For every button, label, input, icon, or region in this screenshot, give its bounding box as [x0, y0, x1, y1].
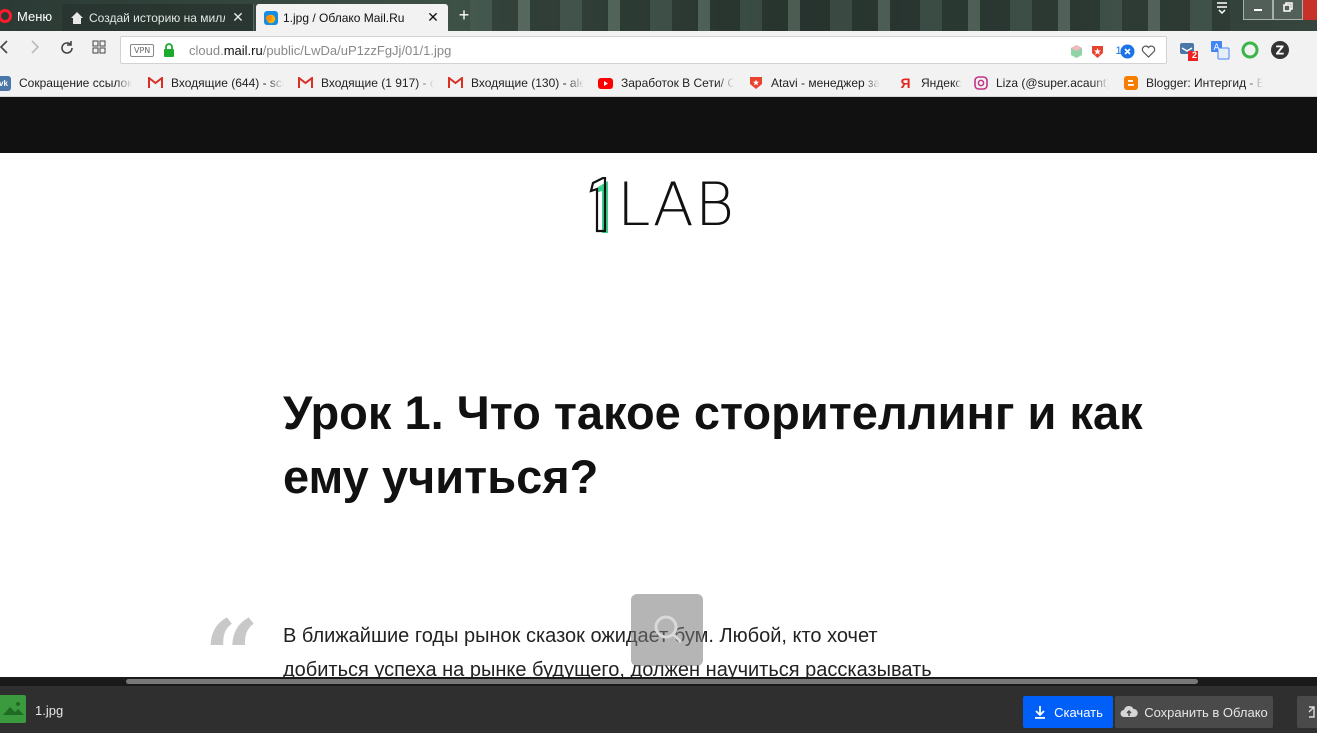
vk-icon: vk [0, 75, 11, 91]
instagram-icon [973, 76, 988, 91]
gmail-icon [298, 76, 313, 91]
save-label: Сохранить в Облако [1144, 704, 1268, 720]
minimize-icon [1254, 9, 1262, 11]
scrollbar-thumb[interactable] [126, 679, 1198, 684]
svg-text:Z: Z [1276, 44, 1285, 58]
bookmark-item[interactable]: Входящие (130) - ale [448, 74, 584, 92]
bookmark-item[interactable]: Входящие (1 917) - c [298, 74, 434, 92]
restore-icon [1283, 2, 1293, 12]
forward-arrow-icon [31, 40, 40, 54]
tab-close-icon[interactable]: ✕ [231, 9, 245, 26]
url-path: /public/LwDa/uP1zzFgJj/01/1.jpg [262, 43, 452, 58]
gmail-icon [448, 76, 463, 91]
zoom-button[interactable] [631, 594, 703, 666]
address-bar[interactable]: VPN cloud.mail.ru/public/LwDa/uP1zzFgJj/… [120, 36, 1167, 64]
bookmark-label: Blogger: Интергид - E [1146, 76, 1263, 90]
viewer-bottom-bar: 1.jpg Скачать Сохранить в Облако [0, 686, 1317, 733]
forward-button[interactable] [25, 40, 45, 60]
url-prefix: cloud. [189, 43, 224, 58]
vpn-badge[interactable]: VPN [130, 44, 155, 57]
new-tab-button[interactable]: + [455, 5, 473, 25]
file-name: 1.jpg [35, 703, 64, 718]
speed-dial-button[interactable] [89, 40, 109, 60]
bookmark-label: Входящие (1 917) - c [321, 76, 434, 90]
lesson-title: Урок 1. Что такое сторителлинг и как ему… [283, 386, 1143, 503]
fullscreen-button[interactable] [1297, 696, 1317, 728]
download-label: Скачать [1054, 704, 1103, 720]
bookmark-label: Входящие (130) - ale [471, 76, 584, 90]
tab-cloud-mail[interactable]: 1.jpg / Облако Mail.Ru ✕ [256, 4, 448, 31]
tab-title: 1.jpg / Облако Mail.Ru [283, 10, 405, 25]
1lab-logo: LAB [587, 170, 736, 240]
menu-label: Меню [17, 8, 53, 24]
bookmark-label: Сокращение ссылок [19, 76, 133, 90]
url-text[interactable]: cloud.mail.ru/public/LwDa/uP1zzFgJj/01/1… [189, 43, 451, 58]
bookmark-item[interactable]: Заработок В Сети/ С [598, 74, 734, 92]
tab-menu-icon[interactable] [1211, 0, 1233, 20]
magnifier-icon [654, 615, 683, 644]
house-icon [71, 11, 83, 24]
tab-strip: Меню Создай историю на милл ✕ 1.jpg / Об… [0, 0, 1317, 31]
viewer-top-band [0, 97, 1317, 153]
fullscreen-icon [1308, 706, 1315, 718]
back-arrow-icon [0, 40, 8, 54]
opera-menu-button[interactable]: Меню [0, 5, 52, 27]
reload-icon [61, 41, 73, 54]
lock-icon[interactable] [163, 43, 175, 57]
download-button[interactable]: Скачать [1023, 696, 1113, 728]
vk-notification-count: 2 [1191, 50, 1197, 60]
bookmarks-bar: vk Сокращение ссылок Входящие (644) - sca В… [0, 69, 1317, 97]
opera-logo-icon [0, 9, 12, 23]
bookmark-item[interactable]: vk Сокращение ссылок [0, 74, 136, 92]
save-to-cloud-button[interactable]: Сохранить в Облако [1115, 696, 1273, 728]
bookmark-item[interactable]: Liza (@super.acaunt) [973, 74, 1109, 92]
atavi-extension-icon[interactable] [1090, 44, 1105, 59]
bookmark-label: Atavi - менеджер за [771, 76, 881, 90]
bookmark-label: Liza (@super.acaunt) [996, 76, 1109, 90]
bookmark-label: Яндекс [921, 76, 962, 90]
close-window-button[interactable] [1303, 0, 1317, 20]
bookmark-item[interactable]: Я Яндекс [898, 74, 966, 92]
restore-button[interactable] [1273, 0, 1303, 20]
image-thumbnail-icon[interactable] [0, 695, 26, 723]
url-domain: mail.ru [223, 43, 263, 58]
theme-background [470, 0, 1230, 31]
tab-close-icon[interactable]: ✕ [426, 9, 440, 26]
back-button[interactable] [0, 40, 14, 60]
grid-icon [92, 40, 106, 54]
z-extension-icon[interactable]: Z [1270, 40, 1290, 60]
minimize-button[interactable] [1243, 0, 1273, 20]
download-icon [1035, 706, 1046, 719]
bookmark-item[interactable]: Входящие (644) - sca [148, 74, 284, 92]
bookmark-item[interactable]: Atavi - менеджер за [748, 74, 884, 92]
vk-messages-button[interactable]: 2 [1178, 40, 1198, 61]
bookmark-label: Входящие (644) - sca [171, 76, 284, 90]
translate-icon[interactable]: A [1210, 40, 1230, 60]
youtube-icon [598, 76, 613, 91]
cube-extension-icon[interactable] [1069, 44, 1084, 59]
logo-text: LAB [617, 170, 736, 240]
atavi-icon [748, 76, 763, 91]
mail-cloud-icon [264, 10, 278, 25]
heart-icon[interactable] [1141, 44, 1156, 59]
image-viewport: LAB Урок 1. Что такое сторителлинг и как… [0, 153, 1317, 677]
blogger-icon [1123, 76, 1138, 91]
gmail-icon [148, 76, 163, 91]
horizontal-scrollbar[interactable] [0, 677, 1317, 686]
svg-text:A: A [1214, 43, 1221, 53]
cloud-upload-icon [1120, 705, 1138, 717]
bookmark-label: Заработок В Сети/ С [621, 76, 734, 90]
green-ring-extension-icon[interactable] [1240, 40, 1260, 60]
quote-mark: “ [204, 599, 260, 678]
logo-one-glyph [589, 177, 608, 233]
bookmark-item[interactable]: Blogger: Интергид - E [1123, 74, 1263, 92]
tab-title: Создай историю на милл [89, 10, 225, 25]
yandex-icon: Я [900, 75, 911, 91]
tab-story[interactable]: Создай историю на милл ✕ [62, 4, 254, 31]
x-extension-icon[interactable] [1120, 44, 1135, 59]
navigation-bar: VPN cloud.mail.ru/public/LwDa/uP1zzFgJj/… [0, 31, 1317, 69]
reload-button[interactable] [57, 40, 77, 60]
